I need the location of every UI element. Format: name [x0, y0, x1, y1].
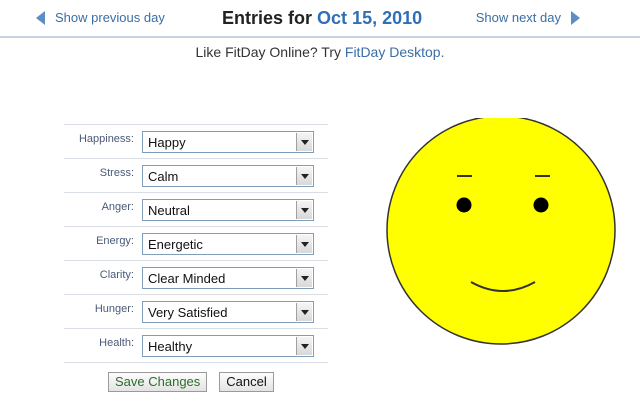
mood-row-health: Health: Healthy: [64, 329, 328, 363]
health-label: Health:: [99, 337, 134, 349]
show-previous-day-link[interactable]: Show previous day: [36, 10, 165, 25]
entries-title-prefix: Entries for: [222, 8, 313, 28]
hunger-label: Hunger:: [94, 303, 134, 315]
anger-select[interactable]: Neutral: [142, 199, 314, 221]
mood-entry-page: Show previous day Entries for Oct 15, 20…: [0, 0, 640, 414]
show-next-day-link[interactable]: Show next day: [476, 10, 580, 25]
anger-label: Anger:: [101, 201, 134, 213]
arrow-left-icon: [36, 10, 45, 25]
anger-selected-value: Neutral: [148, 203, 190, 218]
dropdown-arrow-icon[interactable]: [296, 269, 312, 287]
hunger-select[interactable]: Very Satisfied: [142, 301, 314, 323]
stress-label: Stress:: [99, 167, 134, 179]
promo-text: Like FitDay Online? Try: [195, 44, 342, 60]
health-selected-value: Healthy: [148, 339, 193, 354]
dropdown-arrow-icon[interactable]: [296, 303, 312, 321]
mood-row-stress: Stress: Calm: [64, 159, 328, 193]
dropdown-arrow-icon[interactable]: [296, 235, 312, 253]
page-title: Entries for Oct 15, 2010: [222, 8, 422, 29]
mood-row-happiness: Happiness: Happy: [64, 125, 328, 159]
right-eye: [533, 197, 549, 213]
stress-selected-value: Calm: [148, 169, 179, 184]
mood-form: Happiness: Happy Stress: Calm Anger: Neu…: [64, 124, 328, 363]
day-navigation-bar: Show previous day Entries for Oct 15, 20…: [0, 0, 640, 38]
mood-row-hunger: Hunger: Very Satisfied: [64, 295, 328, 329]
mood-row-clarity: Clarity: Clear Minded: [64, 261, 328, 295]
left-eye: [456, 197, 472, 213]
clarity-select[interactable]: Clear Minded: [142, 267, 314, 289]
fitday-desktop-link[interactable]: FitDay Desktop.: [345, 44, 445, 60]
dropdown-arrow-icon[interactable]: [296, 337, 312, 355]
arrow-right-icon: [571, 10, 580, 25]
entries-date: Oct 15, 2010: [317, 8, 423, 28]
dropdown-arrow-icon[interactable]: [296, 167, 312, 185]
hunger-selected-value: Very Satisfied: [148, 305, 228, 320]
energy-label: Energy:: [96, 235, 134, 247]
save-changes-button[interactable]: Save Changes: [108, 372, 208, 392]
clarity-label: Clarity:: [99, 269, 134, 281]
show-next-day-label: Show next day: [475, 10, 561, 25]
clarity-selected-value: Clear Minded: [148, 271, 226, 286]
dropdown-arrow-icon[interactable]: [296, 133, 312, 151]
health-select[interactable]: Healthy: [142, 335, 314, 357]
happiness-label: Happiness:: [78, 133, 134, 145]
mood-row-anger: Anger: Neutral: [64, 193, 328, 227]
energy-select[interactable]: Energetic: [142, 233, 314, 255]
form-actions: Save Changes Cancel: [108, 372, 274, 392]
show-previous-day-label: Show previous day: [55, 10, 165, 25]
mood-row-energy: Energy: Energetic: [64, 227, 328, 261]
promo-banner: Like FitDay Online? Try FitDay Desktop.: [0, 44, 640, 60]
happiness-select[interactable]: Happy: [142, 131, 314, 153]
smiley-face-circle: [386, 118, 616, 345]
stress-select[interactable]: Calm: [142, 165, 314, 187]
energy-selected-value: Energetic: [148, 237, 203, 252]
dropdown-arrow-icon[interactable]: [296, 201, 312, 219]
cancel-button[interactable]: Cancel: [219, 372, 274, 392]
happiness-selected-value: Happy: [148, 135, 186, 150]
smiley-face-icon: [386, 118, 616, 345]
